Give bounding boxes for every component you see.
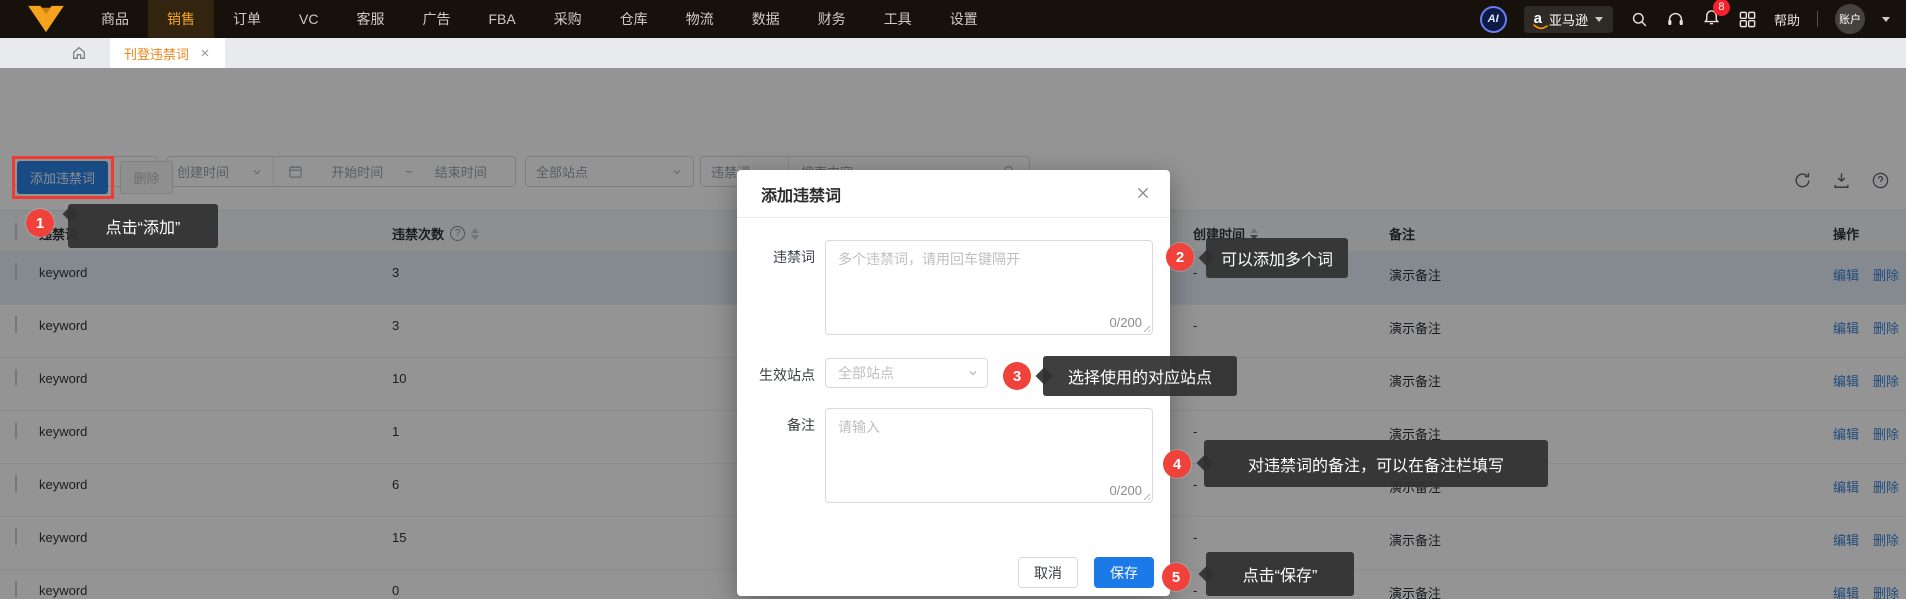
field-row-keyword: 违禁词 多个违禁词，请用回车键隔开 0/200 [737,240,1153,335]
headset-support-icon[interactable] [1666,10,1685,29]
remark-field-label: 备注 [787,417,815,433]
nav-item-fba[interactable]: FBA [469,0,534,38]
save-button[interactable]: 保存 [1094,557,1154,588]
highlight-box-add-button [12,156,114,199]
store-switcher[interactable]: a 亚马逊 [1523,5,1613,33]
nav-item-products[interactable]: 商品 [82,0,148,38]
apps-grid-icon[interactable] [1738,10,1757,29]
remark-placeholder: 请输入 [838,419,880,435]
app-logo-icon[interactable] [24,4,68,34]
dialog-footer: 取消 保存 [1018,557,1154,588]
tooltip-step-5: 点击“保存” [1198,552,1354,596]
tab-label: 刊登违禁词 [124,46,190,62]
resize-handle[interactable] [1141,323,1150,332]
nav-item-data[interactable]: 数据 [733,0,799,38]
ai-assistant-icon[interactable]: AI [1479,5,1507,33]
chevron-down-icon [1594,16,1603,22]
close-tab-icon[interactable] [199,47,211,59]
field-row-remark: 备注 请输入 0/200 [737,408,1153,503]
tab-bar: 刊登违禁词 [0,38,1906,68]
tooltip-step-2: 可以添加多个词 [1198,238,1348,278]
site-select-field[interactable]: 全部站点 [825,358,988,388]
store-name: 亚马逊 [1548,12,1588,28]
step-badge-4: 4 [1163,450,1191,478]
dialog-title: 添加违禁词 [761,187,842,205]
step-badge-1: 1 [26,209,54,237]
step-badge-3: 3 [1003,362,1031,390]
tooltip-step-4: 对违禁词的备注，可以在备注栏填写 [1196,440,1548,487]
home-icon [73,46,85,59]
keyword-textarea[interactable]: 多个违禁词，请用回车键隔开 0/200 [825,240,1153,335]
keyword-field-label: 违禁词 [773,249,815,265]
divider [1817,11,1818,27]
help-link[interactable]: 帮助 [1774,10,1800,29]
nav-item-tools[interactable]: 工具 [865,0,931,38]
nav-item-sales[interactable]: 销售 [148,0,214,38]
keyword-char-counter: 0/200 [1109,315,1142,330]
nav-item-warehouse[interactable]: 仓库 [601,0,667,38]
nav-item-finance[interactable]: 财务 [799,0,865,38]
nav-item-logistics[interactable]: 物流 [667,0,733,38]
remark-textarea[interactable]: 请输入 0/200 [825,408,1153,503]
home-tab-button[interactable] [62,38,96,68]
nav-item-purchase[interactable]: 采购 [535,0,601,38]
dialog-header: 添加违禁词 [737,170,1170,218]
cancel-button-label: 取消 [1034,564,1062,581]
notification-badge: 8 [1712,0,1730,16]
site-field-label: 生效站点 [759,367,815,383]
keyword-placeholder: 多个违禁词，请用回车键隔开 [838,251,1020,267]
nav-item-vc[interactable]: VC [280,0,337,38]
top-navbar: 商品 销售 订单 VC 客服 广告 FBA 采购 仓库 物流 数据 财务 工具 … [0,0,1906,38]
account-avatar[interactable]: 账户 [1835,4,1865,34]
step-badge-5: 5 [1162,563,1190,591]
navbar-right: AI a 亚马逊 8 帮助 账户 [1479,0,1906,34]
chevron-down-icon [969,371,977,376]
nav-item-settings[interactable]: 设置 [931,0,997,38]
remark-char-counter: 0/200 [1109,483,1142,498]
notifications-bell[interactable]: 8 [1702,0,1730,31]
close-dialog-icon[interactable] [1135,185,1151,201]
tooltip-text: 点击“添加” [105,220,181,237]
cancel-button[interactable]: 取消 [1018,557,1078,588]
resize-handle[interactable] [1141,491,1150,500]
tooltip-step-3: 选择使用的对应站点 [1035,356,1237,396]
account-chevron-down-icon[interactable] [1882,16,1890,22]
main-menu: 商品 销售 订单 VC 客服 广告 FBA 采购 仓库 物流 数据 财务 工具 … [82,0,997,38]
nav-item-ads[interactable]: 广告 [403,0,469,38]
tooltip-text: 选择使用的对应站点 [1067,370,1212,387]
nav-item-service[interactable]: 客服 [337,0,403,38]
tab-prohibited-words[interactable]: 刊登违禁词 [110,38,226,68]
tooltip-text: 可以添加多个词 [1220,252,1333,269]
search-icon[interactable] [1630,10,1649,29]
amazon-logo-icon: a [1532,11,1548,30]
site-select-value: 全部站点 [838,365,894,381]
tooltip-text: 点击“保存” [1242,568,1318,585]
page: 商品 销售 订单 VC 客服 广告 FBA 采购 仓库 物流 数据 财务 工具 … [0,0,1906,599]
tooltip-text: 对违禁词的备注，可以在备注栏填写 [1247,457,1504,475]
field-row-site: 生效站点 全部站点 [737,358,988,388]
nav-item-orders[interactable]: 订单 [214,0,280,38]
step-badge-2: 2 [1166,243,1194,271]
tooltip-step-1: 点击“添加” [62,204,218,248]
save-button-label: 保存 [1110,564,1138,581]
